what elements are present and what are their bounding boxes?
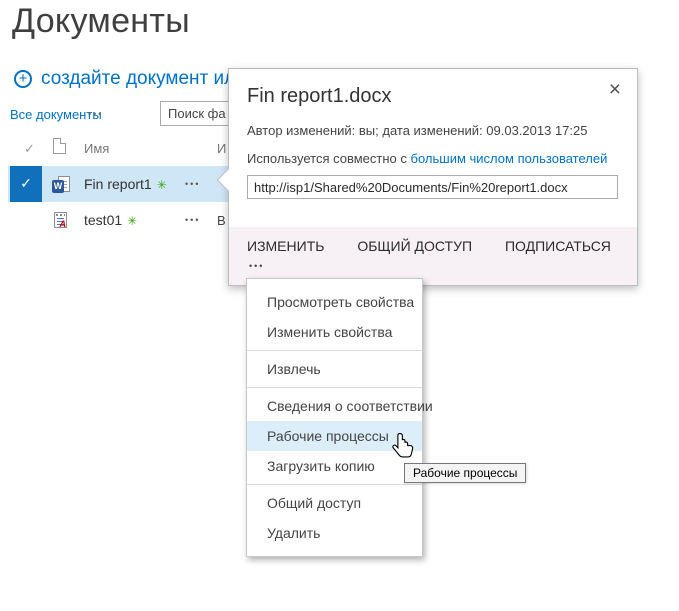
callout-more-ellipsis-button[interactable]: ••• — [249, 261, 264, 271]
view-more-ellipsis-icon[interactable]: ••• — [88, 109, 103, 119]
menu-item-share[interactable]: Общий доступ — [247, 488, 422, 518]
row-checkbox[interactable] — [10, 202, 42, 238]
word-document-icon: W — [52, 176, 70, 193]
sharepoint-document-library: Документы + создайте документ ил Все док… — [0, 0, 679, 611]
new-document-link[interactable]: + создайте документ ил — [14, 68, 235, 90]
document-url-field[interactable] — [247, 175, 618, 199]
menu-group: Просмотреть свойства Изменить свойства — [247, 284, 422, 350]
close-icon[interactable]: × — [605, 75, 625, 104]
callout-shared-info: Используется совместно с большим числом … — [247, 151, 607, 166]
edit-action-button[interactable]: ИЗМЕНИТЬ — [247, 238, 324, 254]
file-name[interactable]: Fin report1 ✳ — [84, 176, 167, 192]
menu-group: Общий доступ Удалить — [247, 484, 422, 551]
new-item-badge-icon: ✳ — [157, 178, 167, 192]
menu-item-edit-properties[interactable]: Изменить свойства — [247, 317, 422, 347]
file-type-column-icon[interactable] — [53, 138, 66, 154]
page-title: Документы — [12, 2, 190, 41]
menu-item-delete[interactable]: Удалить — [247, 518, 422, 548]
menu-item-view-properties[interactable]: Просмотреть свойства — [247, 287, 422, 317]
new-document-label: создайте документ ил — [41, 68, 235, 90]
row-ellipsis-menu-button[interactable]: ••• — [185, 215, 200, 225]
follow-action-button[interactable]: ПОДПИСАТЬСЯ — [505, 238, 611, 254]
document-callout: Fin report1.docx × Автор изменений: вы; … — [228, 68, 638, 286]
file-name[interactable]: test01 ✳ — [84, 212, 137, 228]
hand-pointer-cursor-icon — [392, 432, 416, 462]
menu-group: Извлечь — [247, 350, 422, 387]
callout-modified-info: Автор изменений: вы; дата изменений: 09.… — [247, 123, 587, 138]
new-item-badge-icon: ✳ — [127, 214, 137, 228]
row-checkbox[interactable]: ✓ — [10, 166, 42, 202]
callout-action-bar: ИЗМЕНИТЬ ОБЩИЙ ДОСТУП ПОДПИСАТЬСЯ ••• — [229, 227, 637, 285]
modified-column-header-partial: И — [217, 141, 226, 156]
shared-prefix-text: Используется совместно с — [247, 151, 407, 166]
file-name-text: Fin report1 — [84, 176, 152, 192]
modified-date-partial: В — [217, 213, 226, 228]
menu-item-check-out[interactable]: Извлечь — [247, 354, 422, 384]
callout-title: Fin report1.docx — [247, 85, 392, 108]
text-document-icon: A — [52, 212, 70, 229]
file-name-text: test01 — [84, 212, 122, 228]
share-action-button[interactable]: ОБЩИЙ ДОСТУП — [357, 238, 472, 254]
row-ellipsis-menu-button[interactable]: ••• — [185, 179, 200, 189]
check-icon: ✓ — [10, 175, 42, 192]
tooltip: Рабочие процессы — [404, 463, 526, 483]
menu-item-compliance-details[interactable]: Сведения о соответствии — [247, 391, 422, 421]
shared-with-link[interactable]: большим числом пользователей — [411, 151, 608, 166]
plus-circle-icon: + — [14, 70, 32, 88]
callout-actions: ИЗМЕНИТЬ ОБЩИЙ ДОСТУП ПОДПИСАТЬСЯ — [247, 238, 640, 254]
select-all-check-icon[interactable]: ✓ — [24, 141, 35, 157]
context-menu: Просмотреть свойства Изменить свойства И… — [246, 278, 423, 557]
name-column-header[interactable]: Имя — [84, 141, 109, 156]
